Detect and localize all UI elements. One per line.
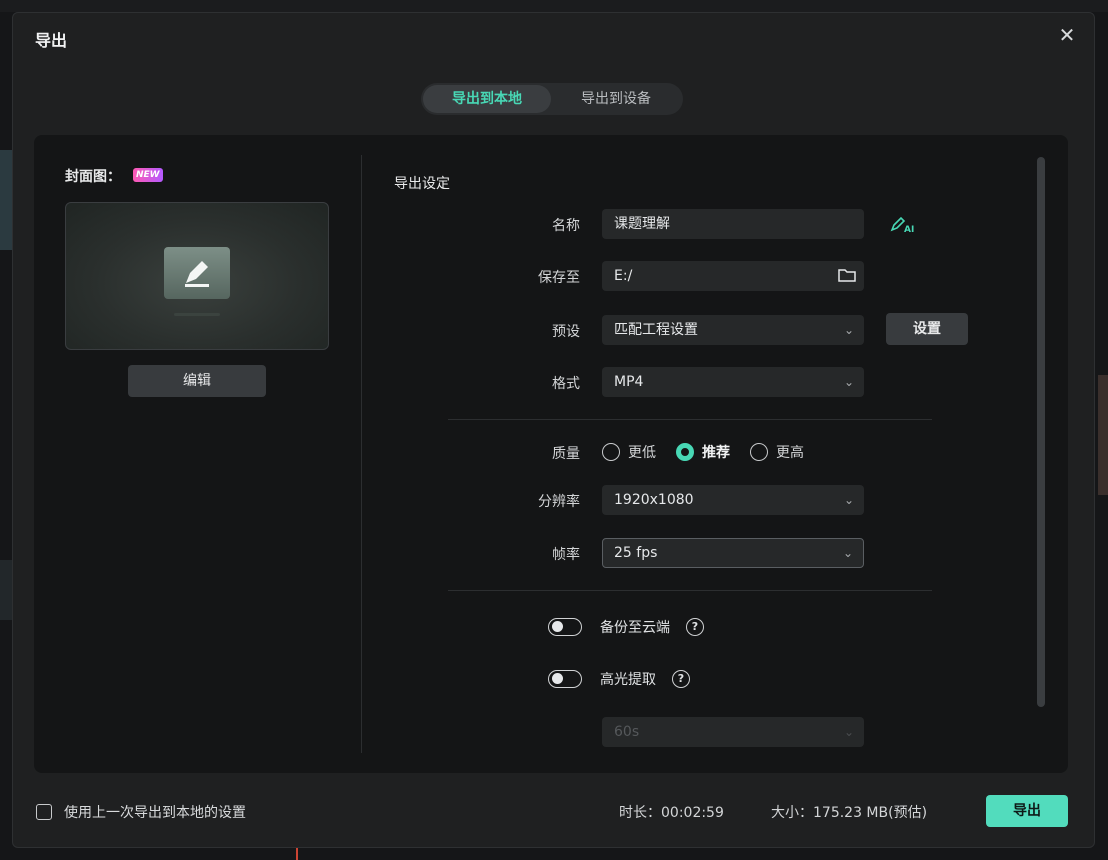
background-toolbar	[0, 0, 1108, 12]
quality-low-label: 更低	[628, 445, 656, 461]
preset-value: 匹配工程设置	[614, 322, 698, 338]
cloud-backup-label: 备份至云端	[600, 620, 670, 636]
name-value: 课题理解	[614, 216, 670, 232]
close-icon[interactable]: ✕	[1057, 25, 1077, 45]
quality-low-radio[interactable]: 更低	[602, 442, 656, 462]
save-path-value: E:/	[614, 268, 633, 284]
name-input[interactable]: 课题理解	[602, 209, 864, 239]
settings-title: 导出设定	[394, 176, 450, 192]
cover-reflection	[174, 313, 220, 316]
export-tabs: 导出到本地 导出到设备	[421, 83, 683, 115]
new-badge: NEW	[133, 168, 163, 182]
toggle-knob	[552, 673, 563, 684]
chevron-down-icon: ⌄	[843, 375, 854, 389]
svg-text:AI: AI	[904, 225, 914, 235]
reuse-settings-checkbox-row[interactable]: 使用上一次导出到本地的设置	[36, 802, 246, 822]
preset-select[interactable]: 匹配工程设置 ⌄	[602, 315, 864, 345]
preset-settings-button[interactable]: 设置	[886, 313, 968, 345]
dialog-title: 导出	[35, 31, 68, 50]
folder-icon[interactable]	[838, 268, 856, 282]
radio-dot	[602, 443, 620, 461]
tab-export-local[interactable]: 导出到本地	[423, 85, 551, 113]
cover-preview[interactable]	[65, 202, 329, 350]
cloud-backup-toggle[interactable]	[548, 618, 582, 636]
settings-scrollbar[interactable]	[1037, 157, 1045, 707]
export-panel: 封面图： NEW 编辑 导出设定 名称 课题理解 AI 保存至 E:/ 预设 匹…	[34, 135, 1068, 773]
section-divider	[448, 590, 932, 591]
duration-text: 时长：00:02:59	[619, 805, 724, 821]
quality-recommended-radio[interactable]: 推荐	[676, 442, 730, 462]
format-label: 格式	[552, 376, 580, 392]
reuse-settings-checkbox[interactable]	[36, 804, 52, 820]
format-select[interactable]: MP4 ⌄	[602, 367, 864, 397]
save-to-label: 保存至	[538, 270, 580, 286]
format-value: MP4	[614, 374, 644, 390]
panel-divider	[361, 155, 362, 753]
chevron-down-icon: ⌄	[843, 493, 854, 507]
highlight-row: 高光提取 ?	[548, 667, 690, 691]
cover-label: 封面图：	[65, 169, 121, 185]
resolution-select[interactable]: 1920x1080 ⌄	[602, 485, 864, 515]
background-thumbnail	[1098, 375, 1108, 495]
framerate-value: 25 fps	[614, 545, 658, 561]
chevron-down-icon: ⌄	[842, 546, 853, 560]
toggle-knob	[552, 621, 563, 632]
tab-export-device[interactable]: 导出到设备	[551, 85, 681, 113]
highlight-duration-value: 60s	[614, 724, 640, 740]
framerate-label: 帧率	[552, 547, 580, 563]
quality-label: 质量	[552, 446, 580, 462]
quality-radio-group: 更低 推荐 更高	[602, 439, 824, 465]
quality-high-label: 更高	[776, 445, 804, 461]
highlight-label: 高光提取	[600, 672, 656, 688]
cloud-backup-row: 备份至云端 ?	[548, 615, 704, 639]
section-divider	[448, 419, 932, 420]
pencil-icon	[164, 247, 230, 299]
help-icon[interactable]: ?	[672, 670, 690, 688]
preset-label: 预设	[552, 324, 580, 340]
background-thumbnail	[0, 560, 12, 620]
background-thumbnail	[0, 150, 12, 250]
radio-dot	[676, 443, 694, 461]
chevron-down-icon: ⌄	[843, 323, 854, 337]
help-icon[interactable]: ?	[686, 618, 704, 636]
size-text: 大小：175.23 MB(预估)	[771, 805, 928, 821]
quality-high-radio[interactable]: 更高	[750, 442, 804, 462]
highlight-toggle[interactable]	[548, 670, 582, 688]
edit-cover-button[interactable]: 编辑	[128, 365, 266, 397]
background-playhead	[296, 848, 298, 860]
name-label: 名称	[552, 218, 580, 234]
radio-dot	[750, 443, 768, 461]
quality-recommended-label: 推荐	[702, 445, 730, 461]
chevron-down-icon: ⌄	[843, 725, 854, 739]
ai-rename-icon[interactable]: AI	[889, 215, 917, 235]
highlight-duration-select: 60s ⌄	[602, 717, 864, 747]
resolution-value: 1920x1080	[614, 492, 694, 508]
export-button[interactable]: 导出	[986, 795, 1068, 827]
export-dialog: 导出 ✕ 导出到本地 导出到设备 封面图： NEW 编辑 导出设定 名称 课题理…	[12, 12, 1095, 848]
reuse-settings-label: 使用上一次导出到本地的设置	[64, 805, 246, 821]
save-path-input[interactable]: E:/	[602, 261, 864, 291]
resolution-label: 分辨率	[538, 494, 580, 510]
framerate-select[interactable]: 25 fps ⌄	[602, 538, 864, 568]
